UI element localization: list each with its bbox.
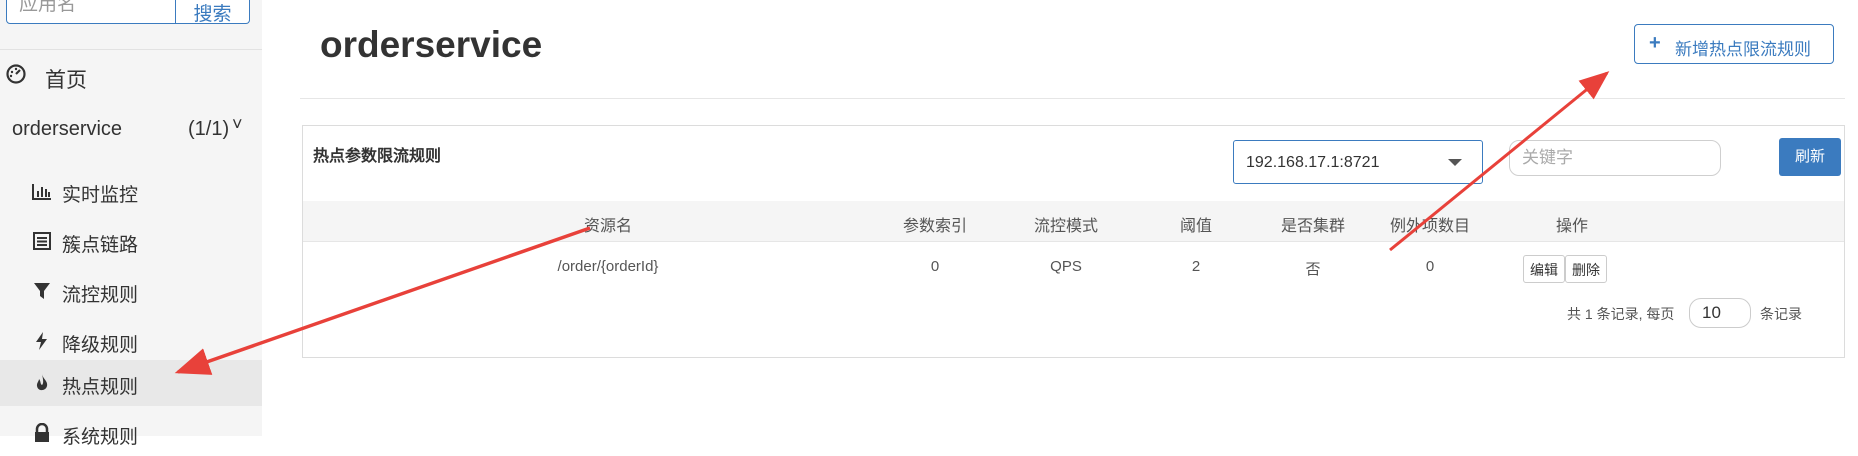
arrow-to-hotspot-rules (174, 226, 591, 375)
annotation-arrows (174, 71, 1610, 375)
arrow-to-add-button (1389, 71, 1610, 252)
